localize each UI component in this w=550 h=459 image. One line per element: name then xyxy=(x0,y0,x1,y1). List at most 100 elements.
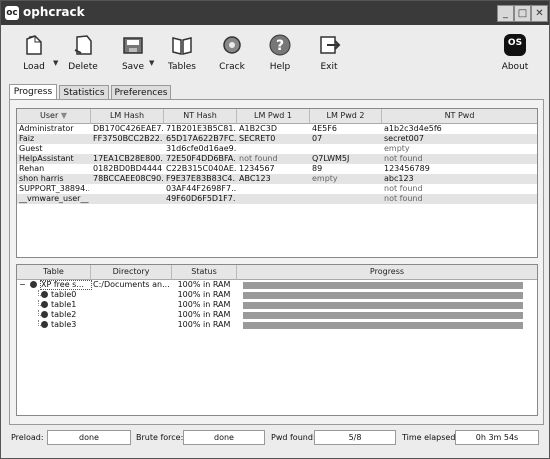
about-button[interactable]: OS About xyxy=(491,33,539,77)
col-table[interactable]: Table xyxy=(17,265,91,280)
col-lm-pwd2[interactable]: LM Pwd 2 xyxy=(310,109,382,124)
table-status-dot-icon xyxy=(41,321,48,328)
col-progress[interactable]: Progress xyxy=(237,265,537,280)
tab-preferences[interactable]: Preferences xyxy=(111,85,171,100)
cell-nt-hash: 72E50F4DD6BFA... xyxy=(166,154,236,163)
col-lm-hash[interactable]: LM Hash xyxy=(91,109,164,124)
cell-lm-hash: DB170C426EAE7... xyxy=(93,124,163,133)
table-row[interactable]: table0 100% in RAM xyxy=(17,290,537,300)
cell-lm-hash: FF3750BCC2B22... xyxy=(93,134,163,143)
svg-text:?: ? xyxy=(276,38,284,54)
collapse-toggle[interactable]: − xyxy=(19,280,27,290)
title-bar: oc ophcrack _ □ ✕ xyxy=(1,1,549,25)
load-label: Load xyxy=(23,62,45,72)
table-status: 100% in RAM xyxy=(177,290,231,299)
cell-nt-hash: F9E37E83B83C4... xyxy=(166,174,236,183)
minimize-button[interactable]: _ xyxy=(497,5,514,22)
maximize-button[interactable]: □ xyxy=(514,5,531,22)
col-user[interactable]: User ▼ xyxy=(17,109,91,124)
load-button[interactable]: Load xyxy=(10,33,58,77)
cell-lm-pwd2: 4E5F6 xyxy=(312,124,337,133)
cell-nt-hash: C22B315C040AE... xyxy=(166,164,236,173)
cell-nt-pwd: not found xyxy=(384,184,423,193)
table-progress-bar xyxy=(243,282,523,289)
toolbar: Load ▼ Delete Save ▼ Tables Crack ? Help… xyxy=(1,25,549,79)
crack-label: Crack xyxy=(219,62,245,72)
close-button[interactable]: ✕ xyxy=(531,5,548,22)
table-name: XP free s... xyxy=(40,280,92,290)
cell-nt-hash: 49F60D6F5D1F7... xyxy=(166,194,236,203)
cell-lm-pwd1: SECRET0 xyxy=(239,134,276,143)
user-row[interactable]: HelpAssistant 17EA1CB28E800... 72E50F4DD6B… xyxy=(17,154,537,164)
cell-lm-pwd1: 1234567 xyxy=(239,164,275,173)
cell-lm-pwd1: not found xyxy=(239,154,278,163)
cell-lm-pwd1: A1B2C3D xyxy=(239,124,277,133)
table-row[interactable]: table2 100% in RAM xyxy=(17,310,537,320)
col-nt-pwd[interactable]: NT Pwd xyxy=(382,109,537,124)
cell-user: Guest xyxy=(19,144,43,153)
cell-nt-pwd: not found xyxy=(384,154,423,163)
table-row[interactable]: − XP free s... C:/Documents an... 100% in R… xyxy=(17,280,537,290)
tables-table[interactable]: Table Directory Status Progress − XP free… xyxy=(16,264,538,416)
user-row[interactable]: SUPPORT_38894... 03AF44F2698F7... not foun… xyxy=(17,184,537,194)
cell-nt-hash: 71B201E3B5C81... xyxy=(166,124,236,133)
cell-user: Faiz xyxy=(19,134,35,143)
tab-statistics[interactable]: Statistics xyxy=(59,85,109,100)
tables-label: Tables xyxy=(168,62,196,72)
help-icon: ? xyxy=(269,34,291,56)
table-directory: C:/Documents an... xyxy=(93,280,170,289)
col-directory[interactable]: Directory xyxy=(91,265,172,280)
table-status-dot-icon xyxy=(30,281,37,288)
cell-lm-hash xyxy=(93,144,163,154)
exit-icon xyxy=(320,36,341,54)
cell-user: __vmware_user__ xyxy=(19,194,89,203)
user-row[interactable]: __vmware_user__ 49F60D6F5D1F7... not found xyxy=(17,194,537,204)
table-row[interactable]: table1 100% in RAM xyxy=(17,300,537,310)
col-nt-hash[interactable]: NT Hash xyxy=(164,109,237,124)
brute-force-label: Brute force: xyxy=(136,433,184,442)
user-row[interactable]: Faiz FF3750BCC2B22... 65D17A622B7FC... SECR… xyxy=(17,134,537,144)
cell-nt-pwd: a1b2c3d4e5f6 xyxy=(384,124,442,133)
col-lm-pwd1[interactable]: LM Pwd 1 xyxy=(237,109,310,124)
cell-user: SUPPORT_38894... xyxy=(19,184,89,193)
user-row[interactable]: Rehan 0182BD0BD4444... C22B315C040AE... 123… xyxy=(17,164,537,174)
pwd-found-value: 5/8 xyxy=(314,430,396,445)
table-progress-bar xyxy=(243,322,523,329)
table-status-dot-icon xyxy=(41,301,48,308)
table-row[interactable]: table3 100% in RAM xyxy=(17,320,537,330)
load-dropdown-arrow[interactable]: ▼ xyxy=(53,59,58,67)
cell-user: Administrator xyxy=(19,124,74,133)
cell-lm-pwd2: 89 xyxy=(312,164,323,173)
users-table[interactable]: User ▼ LM Hash NT Hash LM Pwd 1 LM Pwd 2… xyxy=(16,108,538,258)
sort-desc-icon: ▼ xyxy=(60,111,67,120)
save-button[interactable]: Save xyxy=(109,33,157,77)
exit-button[interactable]: Exit xyxy=(305,33,353,77)
tables-icon xyxy=(172,37,192,55)
table-status: 100% in RAM xyxy=(177,300,231,309)
exit-label: Exit xyxy=(320,62,338,72)
time-elapsed-value: 0h 3m 54s xyxy=(455,430,539,445)
user-row[interactable]: Administrator DB170C426EAE7... 71B201E3B5C… xyxy=(17,124,537,134)
cell-nt-hash: 03AF44F2698F7... xyxy=(166,184,236,193)
cell-lm-pwd1 xyxy=(239,194,309,204)
cell-nt-pwd: abc123 xyxy=(384,174,414,183)
table-status: 100% in RAM xyxy=(177,280,231,289)
tables-button[interactable]: Tables xyxy=(158,33,206,77)
col-user-label: User xyxy=(40,111,59,120)
cell-nt-pwd: secret007 xyxy=(384,134,424,143)
cell-lm-pwd1 xyxy=(239,184,309,194)
cell-user: shon harris xyxy=(19,174,64,183)
user-row[interactable]: shon harris 78BCCAEE08C90... F9E37E83B83C4… xyxy=(17,174,537,184)
cell-lm-pwd1: ABC123 xyxy=(239,174,271,183)
col-status[interactable]: Status xyxy=(172,265,237,280)
cell-lm-hash: 0182BD0BD4444... xyxy=(93,164,163,173)
cell-lm-hash xyxy=(93,184,163,194)
help-button[interactable]: ? Help xyxy=(256,33,304,77)
delete-button[interactable]: Delete xyxy=(59,33,107,77)
save-dropdown-arrow[interactable]: ▼ xyxy=(149,59,154,67)
window-title: ophcrack xyxy=(23,5,85,19)
table-status: 100% in RAM xyxy=(177,310,231,319)
crack-button[interactable]: Crack xyxy=(208,33,256,77)
user-row[interactable]: Guest 31d6cfe0d16ae9... empty xyxy=(17,144,537,154)
brute-force-value: done xyxy=(183,430,265,445)
